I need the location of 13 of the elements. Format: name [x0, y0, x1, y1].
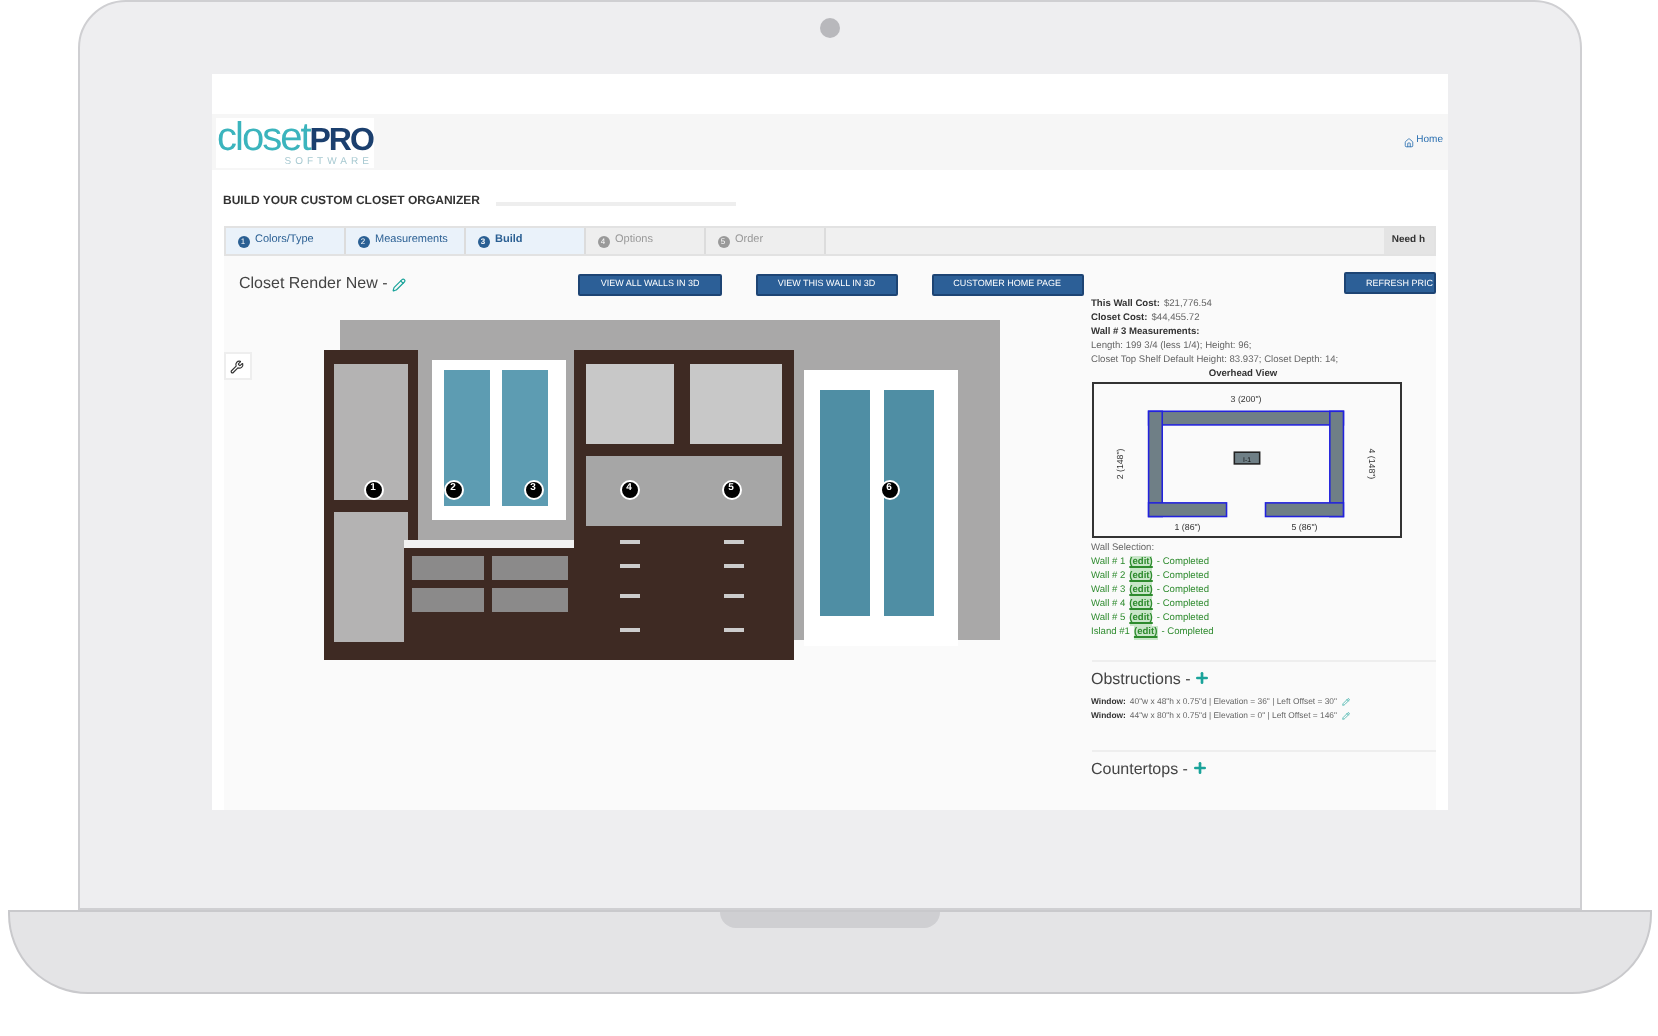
- wrench-icon: [230, 359, 244, 373]
- edit-pencil-icon[interactable]: [391, 277, 406, 291]
- tool-button[interactable]: [223, 352, 251, 380]
- edit-pencil-icon[interactable]: [1341, 711, 1349, 719]
- countertops-title: Countertops -: [1091, 761, 1188, 775]
- home-icon: [1404, 137, 1415, 147]
- webcam: [819, 18, 839, 38]
- add-icon[interactable]: [1194, 670, 1211, 686]
- obstructions-title: Obstructions -: [1091, 671, 1191, 685]
- logo-wordmark: closetPRO: [217, 117, 373, 157]
- edit-pencil-icon[interactable]: [1341, 697, 1349, 705]
- render-title: Closet Render New -: [239, 272, 388, 296]
- add-icon[interactable]: [1191, 760, 1208, 776]
